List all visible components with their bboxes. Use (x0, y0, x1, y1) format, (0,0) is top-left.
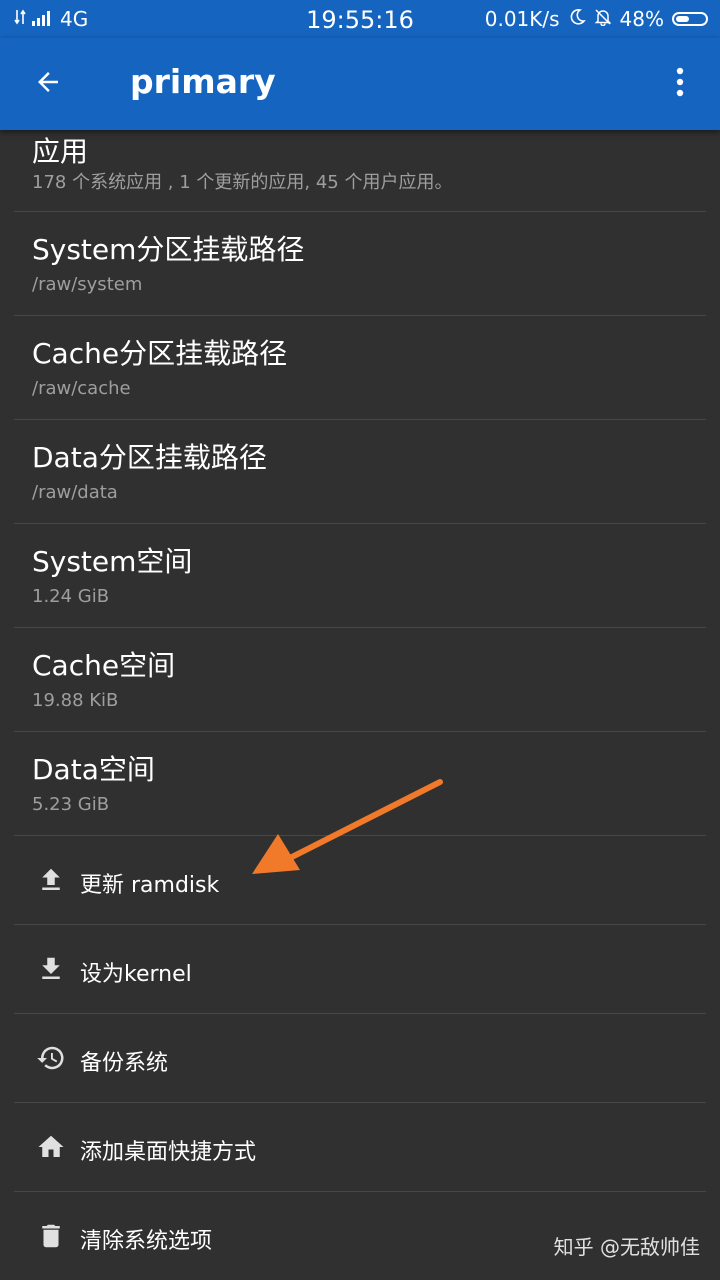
info-subtitle: 5.23 GiB (32, 794, 110, 815)
action-update-ramdisk[interactable]: 更新 ramdisk (14, 836, 706, 925)
more-vert-icon (676, 67, 684, 101)
network-speed: 0.01K/s (484, 7, 560, 31)
status-right: 0.01K/s 48% (485, 7, 708, 31)
info-title: System分区挂载路径 (32, 233, 305, 266)
page-title: primary (130, 62, 276, 101)
info-title: Cache空间 (32, 649, 176, 682)
moon-icon (568, 7, 586, 31)
download-icon (36, 954, 66, 984)
battery-icon (672, 12, 708, 26)
bell-off-icon (594, 7, 612, 31)
info-title: Data分区挂载路径 (32, 441, 267, 474)
info-item-cache-mount[interactable]: Cache分区挂载路径 /raw/cache (14, 316, 706, 420)
info-subtitle: 178 个系统应用 , 1 个更新的应用, 45 个用户应用。 (32, 172, 453, 193)
info-item-data-space[interactable]: Data空间 5.23 GiB (14, 732, 706, 836)
info-subtitle: 1.24 GiB (32, 586, 110, 607)
action-set-kernel[interactable]: 设为kernel (14, 925, 706, 1014)
info-item-apps[interactable]: 应用 178 个系统应用 , 1 个更新的应用, 45 个用户应用。 (14, 130, 706, 212)
info-item-cache-space[interactable]: Cache空间 19.88 KiB (14, 628, 706, 732)
info-subtitle: /raw/cache (32, 378, 131, 399)
info-subtitle: /raw/data (32, 482, 118, 503)
info-item-data-mount[interactable]: Data分区挂载路径 /raw/data (14, 420, 706, 524)
action-label: 备份系统 (80, 1051, 169, 1076)
action-label: 清除系统选项 (80, 1229, 213, 1254)
upload-icon (36, 865, 66, 895)
trash-icon (36, 1221, 66, 1251)
content-list[interactable]: 应用 178 个系统应用 , 1 个更新的应用, 45 个用户应用。 Syste… (0, 130, 720, 1280)
info-title: System空间 (32, 545, 193, 578)
app-bar: primary (0, 38, 720, 130)
backup-restore-icon (36, 1043, 66, 1073)
overflow-menu-button[interactable] (654, 58, 706, 110)
info-title: Cache分区挂载路径 (32, 337, 288, 370)
action-label: 添加桌面快捷方式 (80, 1140, 257, 1165)
action-backup-system[interactable]: 备份系统 (14, 1014, 706, 1103)
status-bar: 4G 19:55:16 0.01K/s 48% (0, 0, 720, 38)
watermark: 知乎 @无敌帅佳 (553, 1235, 700, 1259)
battery-level: 48% (619, 7, 664, 31)
info-subtitle: 19.88 KiB (32, 690, 119, 711)
info-item-system-space[interactable]: System空间 1.24 GiB (14, 524, 706, 628)
info-title: 应用 (32, 135, 89, 168)
action-add-shortcut[interactable]: 添加桌面快捷方式 (14, 1103, 706, 1192)
action-label: 设为kernel (80, 962, 192, 987)
arrow-left-icon (33, 67, 63, 101)
back-button[interactable] (22, 58, 74, 110)
action-label: 更新 ramdisk (80, 873, 220, 898)
info-item-system-mount[interactable]: System分区挂载路径 /raw/system (14, 212, 706, 316)
info-subtitle: /raw/system (32, 274, 143, 295)
info-title: Data空间 (32, 753, 155, 786)
home-icon (36, 1132, 66, 1162)
